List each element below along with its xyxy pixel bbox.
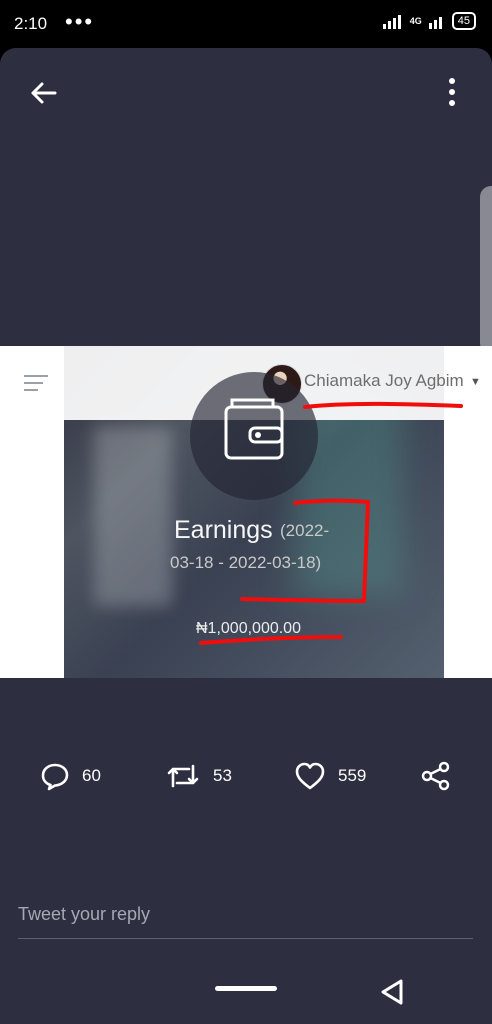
- status-bar: 2:10 ••• 4G 45: [0, 0, 492, 48]
- share-icon: [421, 761, 450, 791]
- retweet-action[interactable]: 53: [165, 760, 232, 792]
- tweet-reply-input[interactable]: Tweet your reply: [18, 904, 150, 925]
- reply-action[interactable]: 60: [40, 760, 101, 792]
- status-icons: 4G 45: [382, 12, 476, 30]
- more-options-button[interactable]: [446, 75, 458, 114]
- back-triangle-icon: [381, 979, 403, 1005]
- reply-input-underline: [18, 938, 473, 939]
- share-action[interactable]: [420, 760, 464, 792]
- battery-indicator: 45: [451, 12, 476, 30]
- home-pill-icon[interactable]: [215, 986, 277, 991]
- network-label: 4G: [409, 16, 422, 26]
- status-time: 2:10: [14, 14, 48, 33]
- more-vertical-icon: [449, 78, 455, 106]
- side-panel-handle[interactable]: [480, 186, 492, 354]
- reply-count: 60: [82, 766, 101, 785]
- reply-icon: [41, 763, 69, 791]
- like-count: 559: [338, 766, 367, 785]
- signal-icon-2: [428, 17, 442, 29]
- back-arrow-icon: [31, 82, 57, 104]
- back-button[interactable]: [28, 78, 58, 113]
- red-annotations: [199, 401, 463, 645]
- heart-icon: [295, 762, 325, 790]
- retweet-count: 53: [213, 766, 232, 785]
- navigation-back-button[interactable]: [376, 976, 408, 1013]
- notification-dots: •••: [65, 9, 95, 34]
- tweet-actions-panel: [0, 678, 492, 1024]
- tweet-media-viewer: Chiamaka Joy Agbim ▼ Earnings (2022- 03-…: [0, 48, 492, 1024]
- tweet-image[interactable]: Chiamaka Joy Agbim ▼ Earnings (2022- 03-…: [0, 346, 492, 678]
- signal-icon: [382, 15, 401, 29]
- like-action[interactable]: 559: [294, 760, 366, 792]
- retweet-icon: [167, 764, 199, 788]
